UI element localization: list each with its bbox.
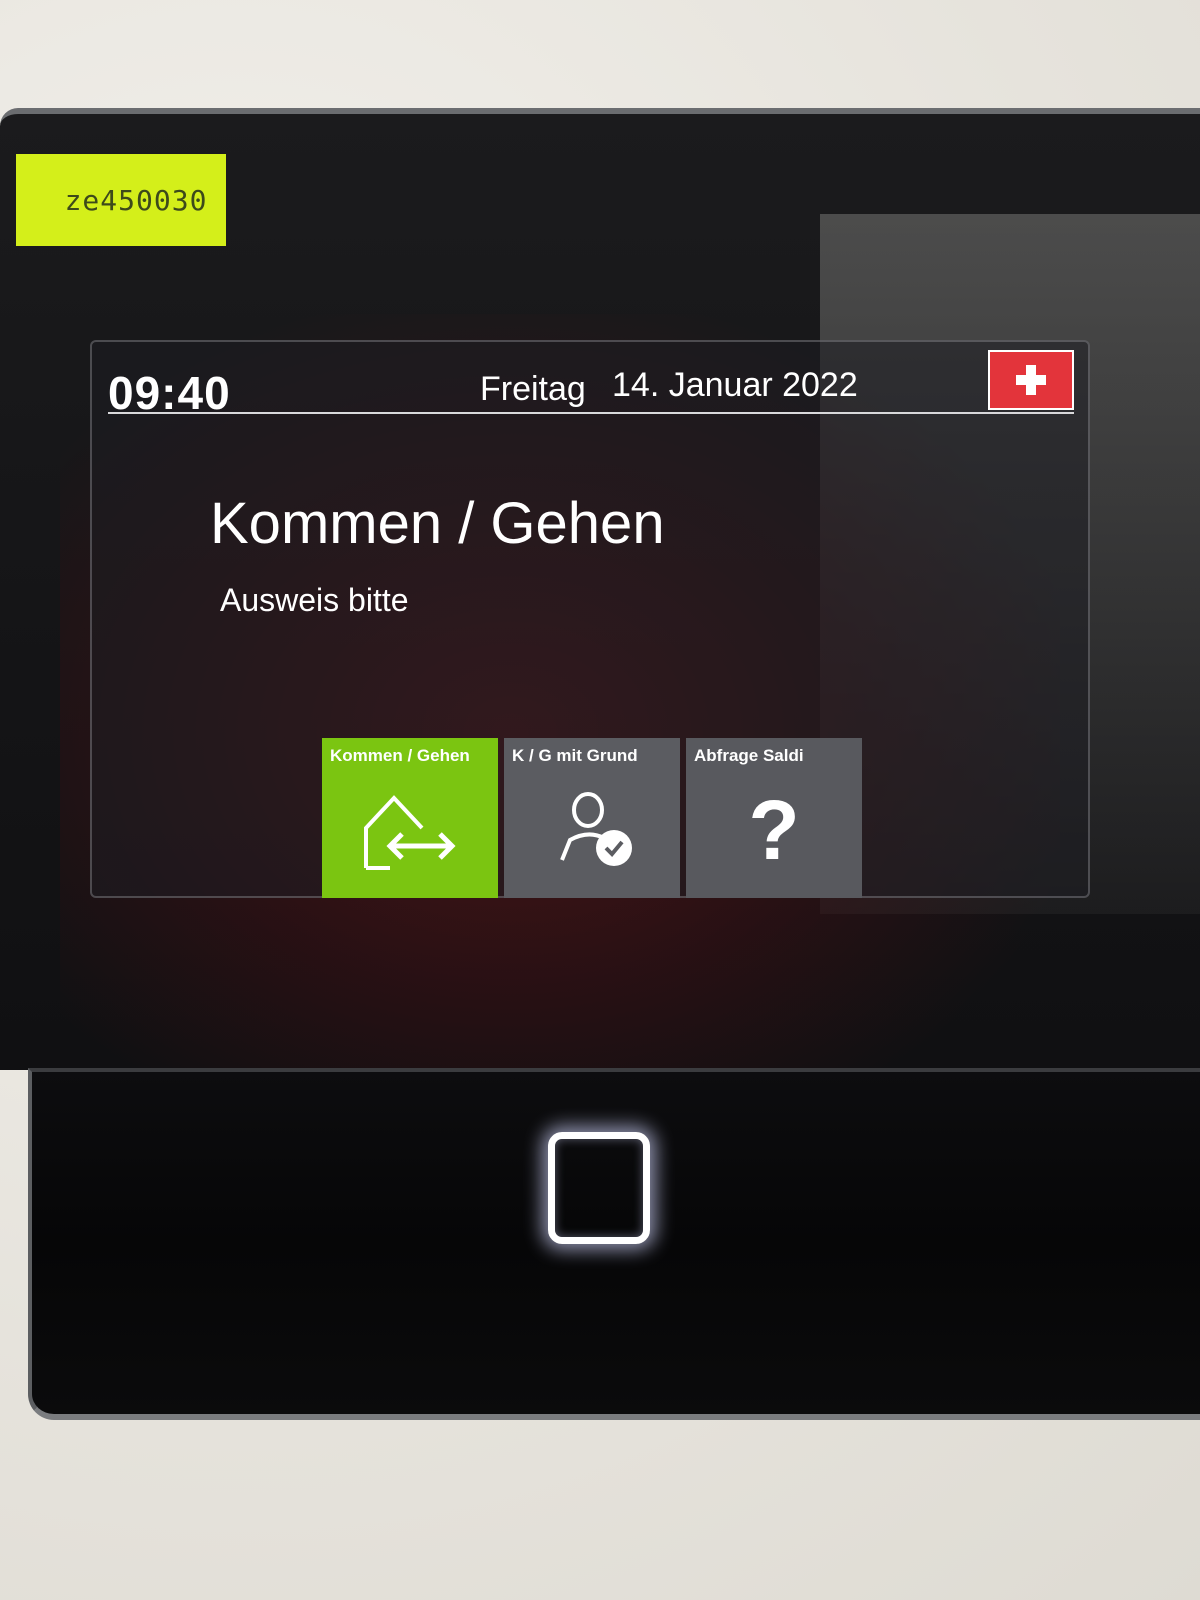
function-tiles: Kommen / Gehen K / G mit Grund Abfrage S… bbox=[322, 738, 862, 898]
page-title: Kommen / Gehen bbox=[210, 491, 665, 556]
status-bar: 09:40 Freitag 14. Januar 2022 bbox=[108, 350, 1074, 419]
instruction-text: Ausweis bitte bbox=[220, 582, 409, 618]
tile-kommen-gehen[interactable]: Kommen / Gehen bbox=[322, 738, 498, 898]
clock-time: 09:40 bbox=[108, 367, 231, 419]
touch-screen: 09:40 Freitag 14. Januar 2022 Kommen / G… bbox=[90, 340, 1090, 898]
card-reader-base bbox=[28, 1068, 1200, 1420]
weekday: Freitag bbox=[480, 370, 586, 408]
tile-kg-mit-grund[interactable]: K / G mit Grund bbox=[504, 738, 680, 898]
rfid-reader-indicator-icon[interactable] bbox=[548, 1132, 650, 1244]
user-check-icon bbox=[560, 792, 632, 866]
tile-label: Kommen / Gehen bbox=[330, 746, 470, 765]
tile-abfrage-saldi[interactable]: Abfrage Saldi ? bbox=[686, 738, 862, 898]
question-icon: ? bbox=[748, 783, 800, 877]
device-id-sticker: ze450030 bbox=[16, 154, 226, 246]
house-arrows-icon bbox=[364, 795, 456, 870]
cross-icon bbox=[1016, 365, 1046, 395]
device-id-text: ze450030 bbox=[64, 183, 208, 217]
tile-label: Abfrage Saldi bbox=[694, 746, 804, 765]
date: 14. Januar 2022 bbox=[612, 366, 858, 404]
terminal-front-panel: ze450030 09:40 Freitag 14. Januar 2022 K… bbox=[0, 108, 1200, 1070]
swiss-flag-icon[interactable] bbox=[988, 350, 1074, 410]
tile-label: K / G mit Grund bbox=[512, 746, 638, 765]
